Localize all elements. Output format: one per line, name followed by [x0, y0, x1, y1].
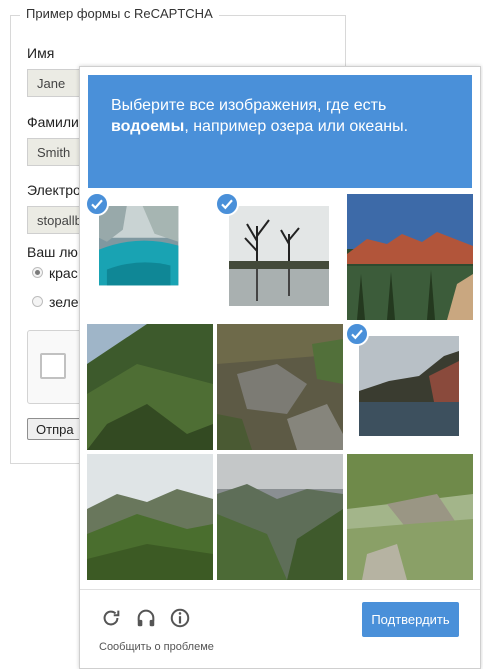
info-icon[interactable] — [169, 607, 191, 629]
report-problem-link[interactable]: Сообщить о проблеме — [99, 641, 214, 653]
radio-red-label: крас — [49, 265, 78, 281]
selected-check-icon — [87, 194, 109, 216]
radio-green-label: зеле — [49, 294, 79, 310]
image-tile-forested-mountain[interactable] — [87, 324, 213, 450]
radio-red[interactable] — [32, 267, 43, 278]
image-tile-sea-cave[interactable] — [87, 194, 213, 320]
email-label: Электро — [27, 182, 81, 198]
headphones-icon[interactable] — [135, 607, 157, 629]
image-tile-red-cliffs-forest[interactable] — [347, 194, 473, 320]
instruction-text-post: , например озера или океаны. — [184, 118, 409, 135]
selected-check-icon — [217, 194, 239, 216]
radio-green[interactable] — [32, 296, 43, 307]
image-grid — [87, 194, 475, 582]
first-name-label: Имя — [27, 45, 55, 61]
fav-color-label: Ваш лю — [27, 244, 78, 260]
reload-icon[interactable] — [100, 607, 122, 629]
instruction-keyword: водоемы — [111, 118, 185, 135]
form-legend: Пример формы с ReCAPTCHA — [20, 6, 219, 21]
verify-button[interactable]: Подтвердить — [362, 602, 459, 637]
recaptcha-checkbox[interactable] — [40, 353, 66, 379]
image-tile-rocky-slope[interactable] — [347, 454, 473, 580]
footer-divider — [80, 589, 480, 590]
image-tile-pond-with-trees[interactable] — [217, 194, 343, 320]
last-name-label: Фамили — [27, 114, 79, 130]
challenge-header: Выберите все изображения, где есть водое… — [88, 75, 472, 188]
image-tile-mountain-lake[interactable] — [347, 324, 473, 450]
image-tile-green-hills[interactable] — [87, 454, 213, 580]
selected-check-icon — [347, 324, 369, 346]
image-tile-rocky-ground[interactable] — [217, 324, 343, 450]
recaptcha-challenge-popup: Выберите все изображения, где есть водое… — [79, 66, 481, 669]
instruction-text-pre: Выберите все изображения, где есть — [111, 97, 387, 114]
image-tile-valley-clouds[interactable] — [217, 454, 343, 580]
